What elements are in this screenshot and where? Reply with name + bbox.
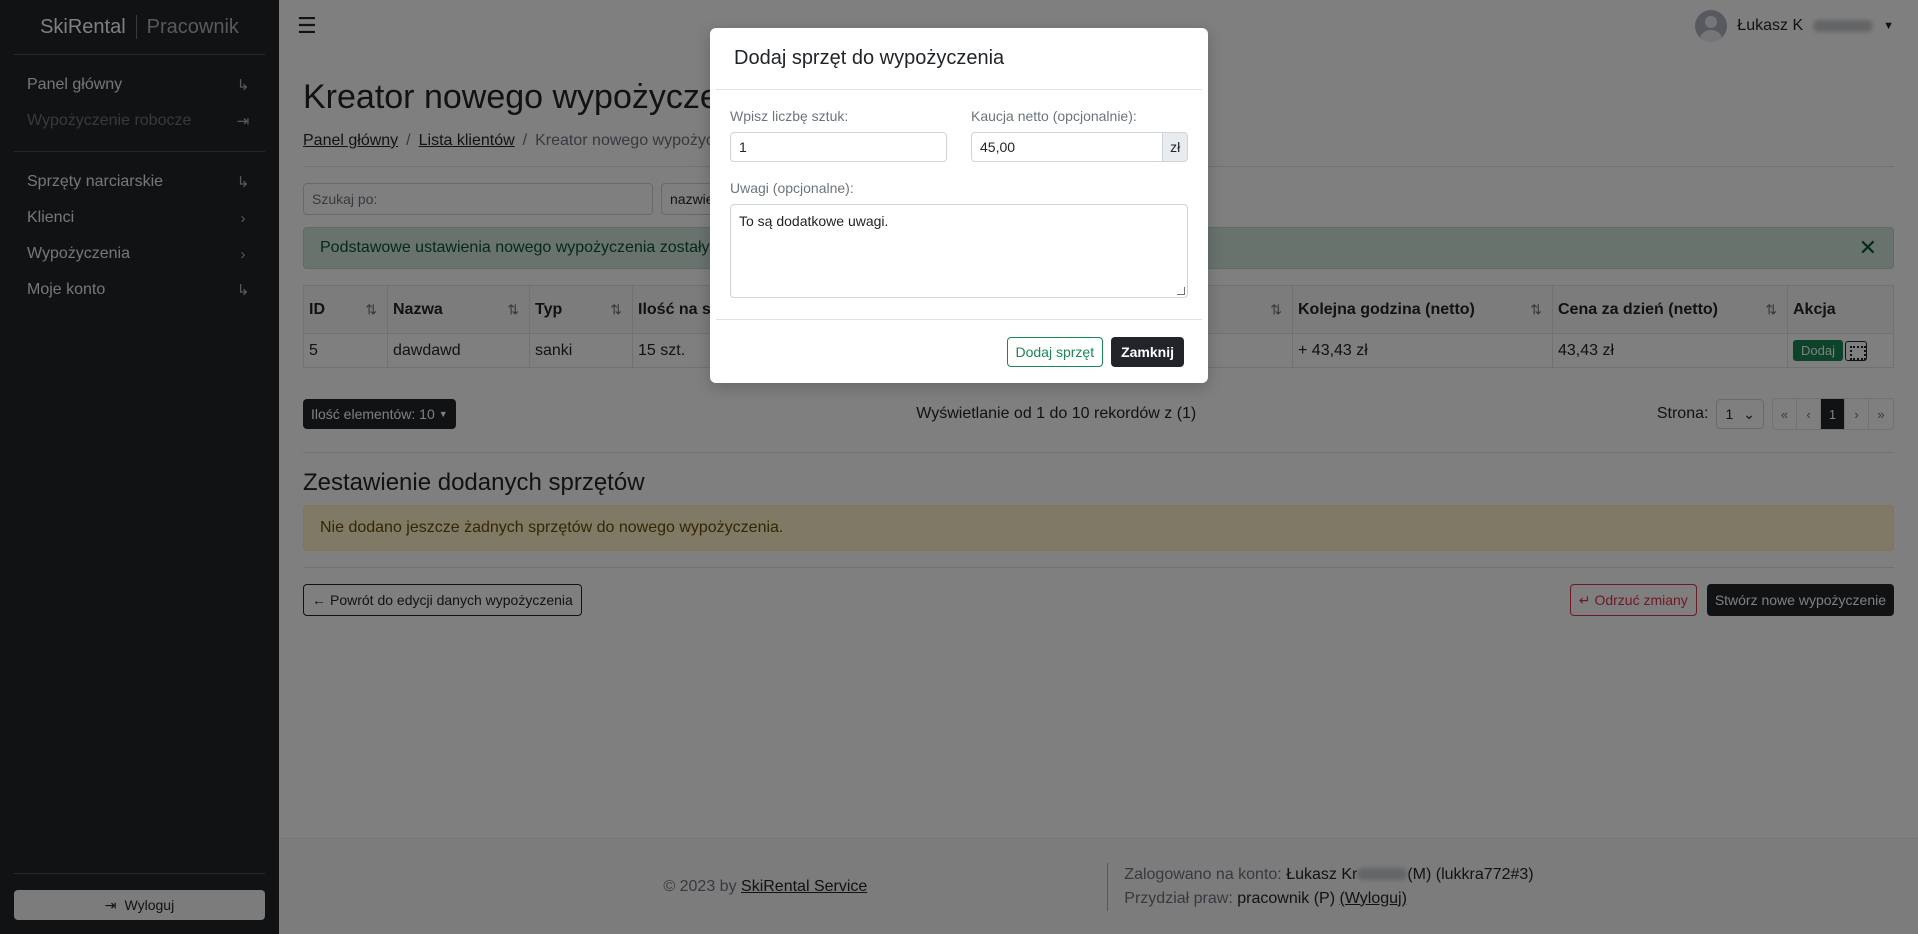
modal-body: Wpisz liczbę sztuk: 1 Kaucja netto (opcj… <box>710 90 1208 298</box>
deposit-input-group: 45,00 zł <box>971 132 1188 162</box>
quantity-input[interactable]: 1 <box>730 132 947 162</box>
add-equipment-submit-button[interactable]: Dodaj sprzęt <box>1006 336 1104 367</box>
notes-textarea[interactable]: To są dodatkowe uwagi. <box>730 204 1188 298</box>
qty-field-group: Wpisz liczbę sztuk: 1 <box>730 108 947 162</box>
deposit-label: Kaucja netto (opcjonalnie): <box>971 108 1137 124</box>
deposit-field-group: Kaucja netto (opcjonalnie): 45,00 zł <box>971 108 1188 162</box>
notes-field-group: Uwagi (opcjonalne): To są dodatkowe uwag… <box>730 180 1188 298</box>
qty-label: Wpisz liczbę sztuk: <box>730 108 849 124</box>
close-modal-button[interactable]: Zamknij <box>1111 336 1184 367</box>
modal-title: Dodaj sprzęt do wypożyczenia <box>716 28 1202 90</box>
notes-text: To są dodatkowe uwagi. <box>739 213 889 229</box>
notes-label: Uwagi (opcjonalne): <box>730 180 854 196</box>
form-row: Wpisz liczbę sztuk: 1 Kaucja netto (opcj… <box>730 108 1188 162</box>
resize-handle-icon[interactable] <box>1177 287 1185 295</box>
deposit-input[interactable]: 45,00 <box>971 132 1164 162</box>
modal-footer: Dodaj sprzęt Zamknij <box>716 319 1202 383</box>
currency-addon: zł <box>1163 132 1188 162</box>
add-equipment-modal: Dodaj sprzęt do wypożyczenia Wpisz liczb… <box>710 28 1208 383</box>
